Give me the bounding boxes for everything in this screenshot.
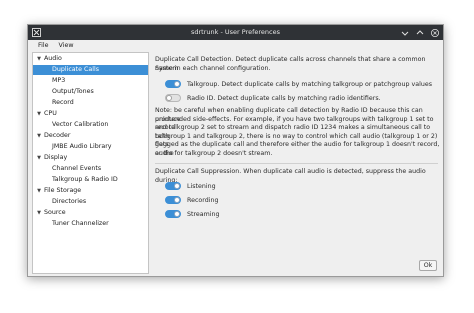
streaming-toggle[interactable] <box>165 210 181 218</box>
tree-item-display[interactable]: ▼ Display <box>33 153 148 163</box>
tree-item-record[interactable]: Record <box>33 98 148 108</box>
recording-toggle[interactable] <box>165 196 181 204</box>
ok-button[interactable]: Ok <box>419 260 437 271</box>
tree-item-duplicate-calls[interactable]: Duplicate Calls <box>33 65 148 75</box>
listening-option: Listening <box>165 181 216 191</box>
talkgroup-toggle[interactable] <box>165 80 181 88</box>
title-bar[interactable]: sdrtrunk - User Preferences <box>28 25 443 40</box>
tree-item-audio[interactable]: ▼ Audio <box>33 54 148 64</box>
recording-option: Recording <box>165 195 219 205</box>
radio-id-toggle[interactable] <box>165 94 181 102</box>
radio-id-option-label: Radio ID. Detect duplicate calls by matc… <box>187 94 381 102</box>
listening-toggle[interactable] <box>165 182 181 190</box>
tree-item-channel-events[interactable]: Channel Events <box>33 164 148 174</box>
tree-item-tuner-channelizer[interactable]: Tuner Channelizer <box>33 219 148 229</box>
chevron-down-icon[interactable]: ▼ <box>36 131 42 141</box>
chevron-down-icon[interactable]: ▼ <box>36 109 42 119</box>
talkgroup-option-label: Talkgroup. Detect duplicate calls by mat… <box>187 80 432 88</box>
section-divider <box>155 163 438 164</box>
preferences-tree[interactable]: ▼ Audio Duplicate Calls MP3 Output/Tones… <box>32 52 149 274</box>
chevron-down-icon[interactable]: ▼ <box>36 153 42 163</box>
detection-intro-line2: name in each channel configuration. <box>155 64 271 72</box>
close-icon[interactable] <box>430 28 439 37</box>
menu-bar: File View <box>28 40 443 51</box>
preferences-window: sdrtrunk - User Preferences File View ▼ … <box>27 24 444 277</box>
tree-item-source[interactable]: ▼ Source <box>33 208 148 218</box>
maximize-icon[interactable] <box>415 28 424 37</box>
minimize-icon[interactable] <box>400 28 409 37</box>
tree-item-vector-calibration[interactable]: Vector Calibration <box>33 120 148 130</box>
tree-item-decoder[interactable]: ▼ Decoder <box>33 131 148 141</box>
tree-item-file-storage[interactable]: ▼ File Storage <box>33 186 148 196</box>
menu-file[interactable]: File <box>38 42 49 49</box>
note-line-6: audio for talkgroup 2 doesn't stream. <box>155 150 273 157</box>
menu-view[interactable]: View <box>59 42 74 49</box>
window-title: sdrtrunk - User Preferences <box>191 28 280 36</box>
chevron-down-icon[interactable]: ▼ <box>36 54 42 64</box>
chevron-down-icon[interactable]: ▼ <box>36 208 42 218</box>
listening-option-label: Listening <box>187 182 216 190</box>
radio-id-option: Radio ID. Detect duplicate calls by matc… <box>165 93 381 103</box>
recording-option-label: Recording <box>187 196 219 204</box>
chevron-down-icon[interactable]: ▼ <box>36 186 42 196</box>
tree-item-directories[interactable]: Directories <box>33 197 148 207</box>
streaming-option-label: Streaming <box>187 210 220 218</box>
duplicate-calls-panel: Duplicate Call Detection. Detect duplica… <box>152 52 441 274</box>
talkgroup-option: Talkgroup. Detect duplicate calls by mat… <box>165 79 432 89</box>
tree-item-talkgroup-radio-id[interactable]: Talkgroup & Radio ID <box>33 175 148 185</box>
tree-item-cpu[interactable]: ▼ CPU <box>33 109 148 119</box>
tree-item-jmbe-audio-library[interactable]: JMBE Audio Library <box>33 142 148 152</box>
tree-item-mp3[interactable]: MP3 <box>33 76 148 86</box>
tree-item-output-tones[interactable]: Output/Tones <box>33 87 148 97</box>
streaming-option: Streaming <box>165 209 220 219</box>
